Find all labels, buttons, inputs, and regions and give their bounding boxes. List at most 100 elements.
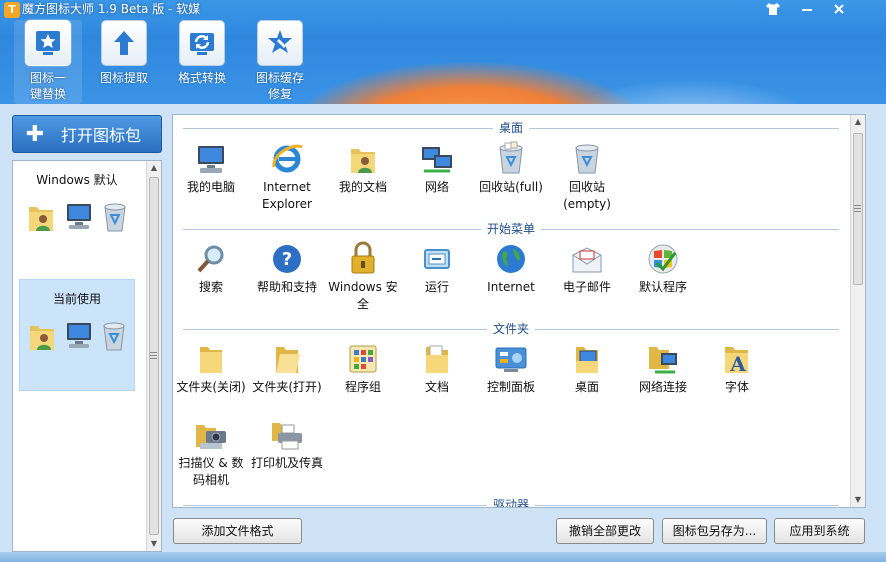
toolbar-band: T 魔方图标大师 1.9 Beta 版 - 软媒 图标一键替换 图标提取 格式转…: [0, 0, 886, 104]
pack-preview: [19, 201, 135, 233]
section-header-drives: 驱动器: [183, 497, 839, 507]
desktop-folder-icon: [576, 347, 598, 373]
close-icon: [834, 4, 844, 14]
documents-icon: [30, 326, 54, 350]
apply-to-system-button[interactable]: 应用到系统: [774, 518, 865, 544]
tool-cache-repair[interactable]: 图标缓存修复: [246, 20, 314, 104]
icon-item-printers-faxes[interactable]: 打印机及传真: [249, 417, 325, 472]
refresh-icon: [190, 33, 214, 55]
pack-list-scrollbar[interactable]: ▲ ▼: [146, 161, 161, 551]
skin-icon: [766, 3, 780, 15]
search-icon: [197, 245, 224, 273]
tool-label: 格式转换: [177, 71, 226, 85]
folder-open-icon: [276, 347, 300, 373]
printer-icon: [272, 423, 302, 450]
arrow-up-icon: [114, 31, 134, 55]
scroll-up-arrow[interactable]: ▲: [147, 161, 161, 175]
icon-item-email[interactable]: 电子邮件: [549, 241, 625, 296]
scroll-thumb[interactable]: [853, 133, 863, 285]
icon-item-fonts[interactable]: A 字体: [699, 341, 775, 396]
tool-icon-replace[interactable]: 图标一键替换: [14, 20, 82, 104]
control-panel-icon: [495, 347, 527, 372]
icon-item-control-panel[interactable]: 控制面板: [473, 341, 549, 396]
fonts-icon: A: [725, 347, 748, 375]
window-title: 魔方图标大师 1.9 Beta 版 - 软媒: [22, 2, 201, 16]
wrench-star-icon: [268, 30, 292, 53]
recycle-full-icon: [499, 141, 523, 174]
icon-item-windows-security[interactable]: Windows 安全: [325, 241, 401, 313]
minimize-icon: [802, 9, 812, 11]
icon-item-default-programs[interactable]: 默认程序: [625, 241, 701, 296]
scroll-thumb[interactable]: [149, 177, 159, 535]
computer-icon: [67, 323, 91, 348]
run-icon: [424, 249, 450, 269]
icon-item-program-group[interactable]: 程序组: [325, 341, 401, 396]
close-button[interactable]: [826, 0, 852, 18]
tool-tile: [257, 20, 303, 66]
icon-item-help[interactable]: ? 帮助和支持: [249, 241, 325, 296]
pack-item-current[interactable]: 当前使用: [19, 279, 135, 391]
pack-name: Windows 默认: [36, 173, 118, 187]
icon-item-scanner-camera[interactable]: 扫描仪 & 数码相机: [173, 417, 249, 489]
icon-item-run[interactable]: 运行: [399, 241, 475, 296]
network-icon: [422, 147, 452, 173]
svg-text:A: A: [729, 352, 746, 375]
plus-icon: ✚: [25, 121, 45, 147]
tool-tile: [25, 20, 71, 66]
section-header-folders: 文件夹: [183, 321, 839, 337]
icon-item-my-documents[interactable]: 我的文档: [325, 141, 401, 196]
program-group-icon: [349, 345, 377, 373]
recycle-empty-icon: [575, 144, 599, 174]
folder-closed-icon: [200, 347, 222, 373]
icon-item-recycle-full[interactable]: 回收站(full): [473, 141, 549, 196]
help-icon: ?: [273, 245, 301, 273]
computer-icon: [198, 146, 224, 173]
pack-name: 当前使用: [52, 292, 101, 306]
icon-item-folder-open[interactable]: 文件夹(打开): [249, 341, 325, 396]
scanner-icon: [196, 425, 226, 449]
icon-item-search[interactable]: 搜索: [173, 241, 249, 296]
scroll-down-arrow[interactable]: ▼: [851, 493, 865, 507]
icon-item-network[interactable]: 网络: [399, 141, 475, 196]
network-connections-icon: [649, 347, 677, 374]
icon-item-network-connections[interactable]: 网络连接: [625, 341, 701, 396]
pack-preview: [20, 320, 134, 352]
icon-item-folder-closed[interactable]: 文件夹(关闭): [173, 341, 249, 396]
icon-panel-scrollbar[interactable]: ▲ ▼: [850, 115, 865, 507]
save-pack-as-button[interactable]: 图标包另存为...: [662, 518, 767, 544]
scroll-down-arrow[interactable]: ▼: [147, 537, 161, 551]
bottom-strip: [0, 552, 886, 562]
document-folder-icon: [426, 345, 448, 373]
documents-icon: [29, 207, 54, 231]
icon-pack-list: Windows 默认 当前使用 ▲ ▼: [12, 160, 162, 552]
documents-icon: [351, 149, 375, 173]
icon-item-desktop-folder[interactable]: 桌面: [549, 341, 625, 396]
app-window: T 魔方图标大师 1.9 Beta 版 - 软媒 图标一键替换 图标提取 格式转…: [0, 0, 886, 562]
section-header-desktop: 桌面: [183, 120, 839, 136]
icon-item-documents-folder[interactable]: 文档: [399, 341, 475, 396]
icon-panel: 桌面 我的电脑 Internet Explorer 我的文档 网络 回收站(fu…: [172, 114, 866, 508]
recycle-bin-icon: [104, 203, 126, 232]
open-icon-pack-button[interactable]: ✚ 打开图标包: [12, 115, 162, 153]
icon-item-internet-explorer[interactable]: Internet Explorer: [249, 141, 325, 213]
section-header-start-menu: 开始菜单: [183, 221, 839, 237]
recycle-bin-icon: [103, 322, 125, 351]
minimize-button[interactable]: [794, 0, 820, 18]
tool-icon-extract[interactable]: 图标提取: [90, 20, 158, 104]
tool-format-convert[interactable]: 格式转换: [168, 20, 236, 104]
scroll-up-arrow[interactable]: ▲: [851, 115, 865, 129]
ie-icon: [272, 144, 303, 173]
icon-item-recycle-empty[interactable]: 回收站(empty): [549, 141, 625, 213]
revert-all-button[interactable]: 撤销全部更改: [556, 518, 654, 544]
icon-item-internet[interactable]: Internet: [473, 241, 549, 296]
skin-button[interactable]: [760, 0, 786, 18]
tool-label: 图标缓存修复: [255, 71, 304, 101]
pack-item-windows-default[interactable]: Windows 默认: [19, 161, 135, 273]
computer-icon: [66, 204, 91, 229]
add-file-format-button[interactable]: 添加文件格式: [173, 518, 302, 544]
tool-label: 图标提取: [99, 71, 148, 85]
star-icon: [36, 31, 60, 55]
lock-icon: [351, 241, 375, 274]
icon-item-my-computer[interactable]: 我的电脑: [173, 141, 249, 196]
default-programs-icon: [648, 244, 678, 274]
